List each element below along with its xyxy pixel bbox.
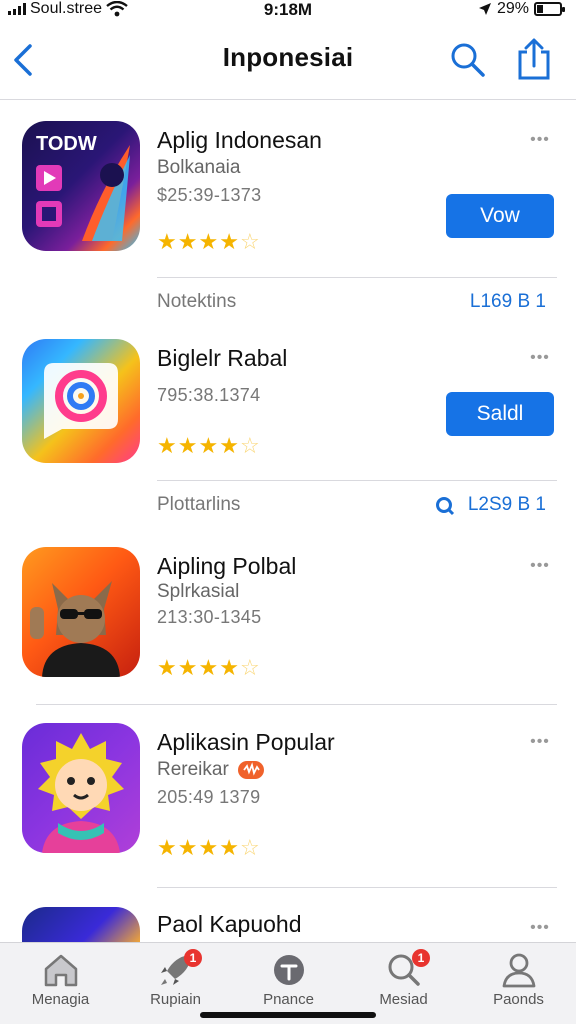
partial-app-icon[interactable]	[22, 907, 140, 947]
battery-icon	[534, 2, 565, 16]
tab-label: Mesiad	[379, 991, 428, 1008]
divider	[157, 887, 557, 888]
location-arrow-icon	[478, 3, 491, 15]
more-icon[interactable]: •••	[524, 557, 556, 577]
star-empty-icon: ☆	[239, 433, 261, 458]
tab-label: Menagia	[31, 991, 90, 1008]
more-icon[interactable]: •••	[524, 733, 556, 753]
sale-button[interactable]: Saldl	[446, 392, 554, 436]
star-filled-icon: ★	[157, 835, 178, 860]
spiral-artwork	[44, 363, 118, 439]
fox-artwork	[30, 581, 120, 677]
app-subtitle-text: Rereikar	[157, 759, 229, 780]
more-icon[interactable]: •••	[524, 919, 556, 939]
app-name: Paol Kapuohd	[157, 911, 302, 937]
notification-badge: 1	[184, 949, 202, 967]
app-name: Aipling Polbal	[157, 553, 297, 579]
app-meta: 213:30-1345	[157, 607, 262, 627]
footnote-value: L2S9 B 1	[467, 494, 546, 515]
divider	[157, 277, 557, 278]
search-icon	[451, 43, 485, 77]
share-icon	[518, 38, 550, 80]
star-empty-icon: ☆	[239, 835, 261, 860]
divider	[36, 704, 557, 705]
star-filled-icon: ★	[198, 835, 220, 860]
app-subtitle: Bolkanaia	[157, 157, 241, 178]
page-title: Inponesiai	[222, 42, 354, 72]
colorful-media-app-icon[interactable]: TODW	[22, 121, 140, 251]
status-right: 29%	[478, 0, 565, 18]
app-subtitle: Splrkasial	[157, 581, 240, 602]
star-filled-icon: ★	[219, 229, 240, 254]
flame-badge-icon	[238, 760, 265, 779]
footnote-value: L169 B 1	[469, 291, 546, 312]
divider	[157, 480, 557, 481]
list-item[interactable]: Aipling Polbal Splrkasial 213:30-1345 ★★…	[0, 547, 576, 707]
list-item[interactable]: TODW Aplig Indonesan Bolkanaia $25:39-13…	[0, 121, 576, 281]
star-filled-icon: ★	[198, 433, 220, 458]
more-icon[interactable]: •••	[524, 131, 556, 151]
footnote-row: Notektins L169 B 1	[0, 291, 576, 321]
app-meta: 795:38.1374	[157, 385, 261, 405]
star-filled-icon: ★	[177, 229, 199, 254]
view-button[interactable]: Vow	[446, 194, 554, 238]
star-rating: ★★★★☆	[157, 433, 261, 459]
footnote-label: Plottarlins	[157, 494, 241, 515]
app-name: Biglelr Rabal	[157, 345, 288, 371]
star-filled-icon: ★	[177, 433, 199, 458]
tab-menagia[interactable]: Menagia	[3, 943, 118, 1024]
rainbow-spiral-app-icon[interactable]	[22, 339, 140, 463]
home-indicator[interactable]	[200, 1012, 376, 1018]
notification-badge: 1	[412, 949, 430, 967]
status-bar: Soul.stree 9:18M 29%	[0, 0, 576, 22]
star-filled-icon: ★	[157, 229, 178, 254]
footnote-row: Plottarlins L2S9 B 1	[0, 494, 576, 524]
search-small-icon	[436, 497, 455, 516]
app-name: Aplig Indonesan	[157, 127, 322, 153]
list-item[interactable]: Paol Kapuohd •••	[0, 907, 576, 947]
finance-icon	[274, 955, 304, 985]
person-icon	[502, 953, 536, 988]
lion-character-app-icon[interactable]	[22, 723, 140, 853]
star-filled-icon: ★	[198, 229, 220, 254]
icon-text: TODW	[36, 133, 97, 155]
search-button[interactable]	[448, 40, 488, 80]
more-icon[interactable]: •••	[524, 349, 556, 369]
tab-label: Paonds	[493, 991, 544, 1008]
star-empty-icon: ☆	[239, 229, 261, 254]
lion-artwork	[38, 733, 124, 853]
house-icon	[44, 954, 78, 987]
star-filled-icon: ★	[219, 655, 240, 680]
star-rating: ★★★★☆	[157, 655, 261, 681]
list-item[interactable]: Biglelr Rabal 795:38.1374 ★★★★☆ ••• Sald…	[0, 339, 576, 499]
share-button[interactable]	[514, 38, 554, 82]
star-filled-icon: ★	[219, 433, 240, 458]
star-filled-icon: ★	[177, 655, 199, 680]
footnote-label: Notektins	[157, 291, 237, 312]
battery-percent: 29%	[496, 0, 529, 17]
star-rating: ★★★★☆	[157, 835, 261, 861]
app-meta: $25:39-1373	[157, 185, 262, 205]
star-filled-icon: ★	[198, 655, 220, 680]
app-subtitle: Rereikar	[157, 759, 265, 781]
navigation-bar: Inponesiai	[0, 28, 576, 100]
app-name: Aplikasin Popular	[157, 729, 335, 755]
star-empty-icon: ☆	[239, 655, 261, 680]
list-item[interactable]: Aplikasin Popular Rereikar 205:49 1379 ★…	[0, 723, 576, 883]
star-filled-icon: ★	[219, 835, 240, 860]
tab-label: Rupiain	[150, 991, 201, 1008]
tab-paonds[interactable]: Paonds	[461, 943, 576, 1024]
tab-label: Pnance	[263, 991, 314, 1008]
star-rating: ★★★★☆	[157, 229, 261, 255]
fox-character-app-icon[interactable]	[22, 547, 140, 677]
star-filled-icon: ★	[157, 655, 178, 680]
star-filled-icon: ★	[157, 433, 178, 458]
app-meta: 205:49 1379	[157, 787, 261, 807]
star-filled-icon: ★	[177, 835, 199, 860]
